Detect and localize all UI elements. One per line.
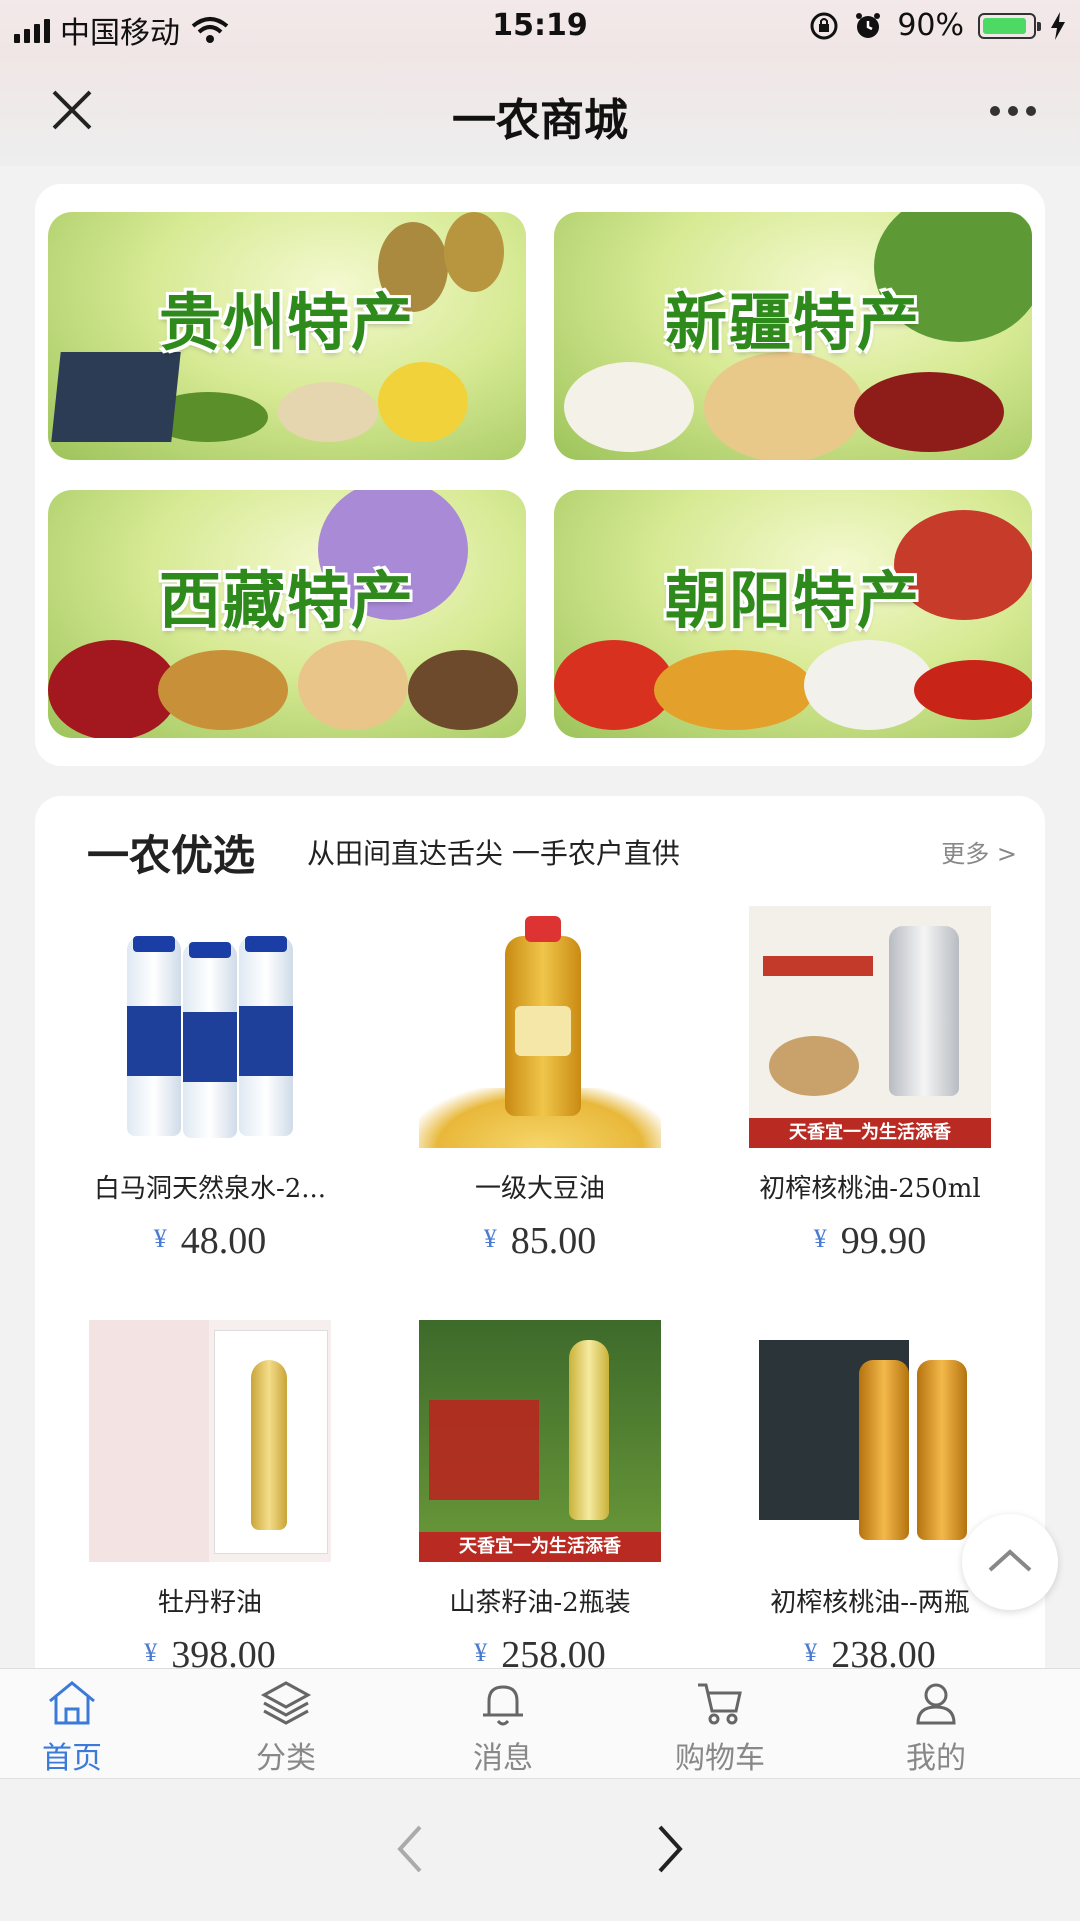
region-card: 贵州特产 新疆特产 西藏特产 朝阳特产 — [35, 184, 1045, 766]
product-card[interactable]: 白马洞天然泉水-2... ¥48.00 — [60, 906, 360, 1263]
featured-section: 一农优选 从田间直达舌尖 一手农户直供 更多 > 白马洞天然泉水-2... ¥4… — [35, 796, 1045, 1668]
region-label: 新疆特产 — [664, 286, 921, 359]
product-banner: 天香宜一为生活添香 — [419, 1532, 661, 1562]
cart-icon — [698, 1683, 742, 1725]
region-chaoyang[interactable]: 朝阳特产 — [554, 490, 1032, 738]
tab-label: 分类 — [256, 1741, 316, 1776]
more-options-icon[interactable] — [990, 106, 1036, 116]
tab-label: 首页 — [42, 1741, 102, 1776]
chevron-up-icon — [988, 1549, 1032, 1572]
product-price: ¥85.00 — [483, 1220, 597, 1262]
region-label: 西藏特产 — [158, 564, 415, 637]
product-image — [89, 1320, 331, 1562]
product-image: 天香宜一为生活添香 — [419, 1320, 661, 1562]
tab-label: 购物车 — [675, 1741, 765, 1776]
product-image — [89, 906, 331, 1148]
alarm-icon — [856, 12, 881, 38]
page-title: 一农商城 — [452, 95, 628, 146]
product-price: ¥99.90 — [813, 1220, 927, 1262]
tab-profile[interactable]: 我的 — [866, 1675, 1006, 1777]
tab-bar: 首页 分类 消息 购物车 我的 — [0, 1668, 1080, 1779]
charging-icon — [1051, 11, 1065, 40]
region-label: 朝阳特产 — [664, 564, 921, 637]
product-price: ¥398.00 — [144, 1634, 276, 1668]
browser-toolbar — [0, 1778, 1080, 1921]
scroll-to-top-button[interactable] — [962, 1514, 1058, 1610]
product-price: ¥48.00 — [153, 1220, 267, 1262]
section-subtitle: 从田间直达舌尖 一手农户直供 — [307, 837, 680, 870]
product-name: 初榨核桃油-250ml — [759, 1174, 981, 1204]
product-banner: 天香宜一为生活添香 — [749, 1118, 991, 1148]
region-tibet[interactable]: 西藏特产 — [48, 490, 526, 738]
tab-category[interactable]: 分类 — [216, 1675, 356, 1777]
forward-arrow-icon[interactable] — [650, 1821, 690, 1877]
tab-label: 我的 — [906, 1741, 966, 1776]
product-card[interactable]: 天香宜一为生活添香 山茶籽油-2瓶装 ¥258.00 — [390, 1320, 690, 1668]
product-name: 白马洞天然泉水-2... — [93, 1174, 327, 1204]
product-name: 山茶籽油-2瓶装 — [449, 1588, 631, 1618]
product-name: 一级大豆油 — [474, 1174, 605, 1204]
product-image — [419, 906, 661, 1148]
region-label: 贵州特产 — [158, 286, 415, 359]
user-icon — [916, 1683, 956, 1725]
battery-percent: 90% — [897, 8, 964, 43]
layers-icon — [260, 1681, 312, 1725]
back-arrow-icon[interactable] — [390, 1821, 430, 1877]
region-guizhou[interactable]: 贵州特产 — [48, 212, 526, 460]
product-price: ¥238.00 — [804, 1634, 936, 1668]
product-card[interactable]: 初榨核桃油--两瓶 ¥238.00 — [720, 1320, 1020, 1668]
tab-home[interactable]: 首页 — [2, 1675, 142, 1777]
more-link[interactable]: 更多 > — [941, 834, 1017, 869]
tab-cart[interactable]: 购物车 — [650, 1675, 790, 1777]
status-bar: 中国移动 15:19 90% — [0, 0, 1080, 54]
section-title: 一农优选 — [87, 831, 256, 880]
product-card[interactable]: 一级大豆油 ¥85.00 — [390, 906, 690, 1263]
product-card[interactable]: 天香宜一为生活添香 初榨核桃油-250ml ¥99.90 — [720, 906, 1020, 1263]
main-content[interactable]: 贵州特产 新疆特产 西藏特产 朝阳特产 一农优选 从田间直达舌尖 一手农户直供 … — [0, 166, 1080, 1668]
battery-icon — [978, 12, 1041, 39]
bell-icon — [483, 1685, 523, 1726]
product-card[interactable]: 牡丹籽油 ¥398.00 — [60, 1320, 360, 1668]
product-price: ¥258.00 — [474, 1634, 606, 1668]
region-xinjiang[interactable]: 新疆特产 — [554, 212, 1032, 460]
product-image: 天香宜一为生活添香 — [749, 906, 991, 1148]
nav-bar: 一农商城 — [0, 54, 1080, 167]
product-name: 牡丹籽油 — [157, 1588, 262, 1618]
rotation-lock-icon — [810, 12, 838, 39]
home-icon — [49, 1681, 95, 1725]
tab-label: 消息 — [473, 1741, 533, 1776]
product-image — [749, 1320, 991, 1562]
tab-messages[interactable]: 消息 — [433, 1675, 573, 1777]
